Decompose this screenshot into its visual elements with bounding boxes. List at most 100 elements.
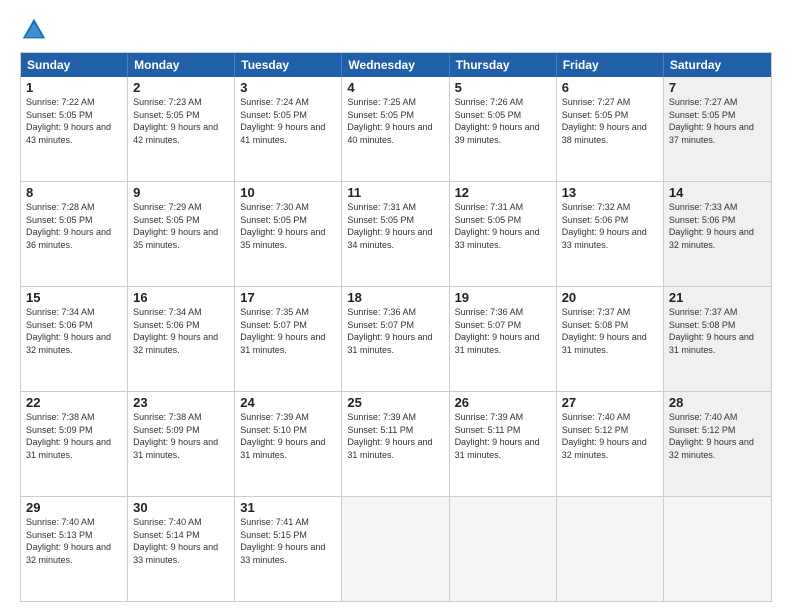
- header-day-wednesday: Wednesday: [342, 53, 449, 77]
- logo: [20, 16, 52, 44]
- calendar-cell: 15Sunrise: 7:34 AM Sunset: 5:06 PM Dayli…: [21, 287, 128, 391]
- calendar-cell: 17Sunrise: 7:35 AM Sunset: 5:07 PM Dayli…: [235, 287, 342, 391]
- cell-info: Sunrise: 7:34 AM Sunset: 5:06 PM Dayligh…: [133, 306, 229, 356]
- cell-info: Sunrise: 7:31 AM Sunset: 5:05 PM Dayligh…: [347, 201, 443, 251]
- day-number: 24: [240, 395, 336, 410]
- cell-info: Sunrise: 7:38 AM Sunset: 5:09 PM Dayligh…: [133, 411, 229, 461]
- cell-info: Sunrise: 7:38 AM Sunset: 5:09 PM Dayligh…: [26, 411, 122, 461]
- header-day-saturday: Saturday: [664, 53, 771, 77]
- cell-info: Sunrise: 7:39 AM Sunset: 5:11 PM Dayligh…: [347, 411, 443, 461]
- cell-info: Sunrise: 7:30 AM Sunset: 5:05 PM Dayligh…: [240, 201, 336, 251]
- calendar-cell: 24Sunrise: 7:39 AM Sunset: 5:10 PM Dayli…: [235, 392, 342, 496]
- cell-info: Sunrise: 7:37 AM Sunset: 5:08 PM Dayligh…: [562, 306, 658, 356]
- day-number: 22: [26, 395, 122, 410]
- calendar-cell: 25Sunrise: 7:39 AM Sunset: 5:11 PM Dayli…: [342, 392, 449, 496]
- calendar-cell: 10Sunrise: 7:30 AM Sunset: 5:05 PM Dayli…: [235, 182, 342, 286]
- calendar-cell: 6Sunrise: 7:27 AM Sunset: 5:05 PM Daylig…: [557, 77, 664, 181]
- calendar-cell: 21Sunrise: 7:37 AM Sunset: 5:08 PM Dayli…: [664, 287, 771, 391]
- day-number: 31: [240, 500, 336, 515]
- cell-info: Sunrise: 7:26 AM Sunset: 5:05 PM Dayligh…: [455, 96, 551, 146]
- calendar-cell: 28Sunrise: 7:40 AM Sunset: 5:12 PM Dayli…: [664, 392, 771, 496]
- day-number: 7: [669, 80, 766, 95]
- cell-info: Sunrise: 7:27 AM Sunset: 5:05 PM Dayligh…: [669, 96, 766, 146]
- day-number: 15: [26, 290, 122, 305]
- calendar-cell: 13Sunrise: 7:32 AM Sunset: 5:06 PM Dayli…: [557, 182, 664, 286]
- cell-info: Sunrise: 7:39 AM Sunset: 5:10 PM Dayligh…: [240, 411, 336, 461]
- day-number: 9: [133, 185, 229, 200]
- day-number: 28: [669, 395, 766, 410]
- page: SundayMondayTuesdayWednesdayThursdayFrid…: [0, 0, 792, 612]
- day-number: 16: [133, 290, 229, 305]
- calendar-body: 1Sunrise: 7:22 AM Sunset: 5:05 PM Daylig…: [21, 77, 771, 601]
- calendar-cell: [450, 497, 557, 601]
- calendar-week-5: 29Sunrise: 7:40 AM Sunset: 5:13 PM Dayli…: [21, 496, 771, 601]
- day-number: 2: [133, 80, 229, 95]
- cell-info: Sunrise: 7:31 AM Sunset: 5:05 PM Dayligh…: [455, 201, 551, 251]
- day-number: 14: [669, 185, 766, 200]
- calendar-cell: 11Sunrise: 7:31 AM Sunset: 5:05 PM Dayli…: [342, 182, 449, 286]
- calendar-cell: 23Sunrise: 7:38 AM Sunset: 5:09 PM Dayli…: [128, 392, 235, 496]
- header-day-sunday: Sunday: [21, 53, 128, 77]
- header: [20, 16, 772, 44]
- header-day-tuesday: Tuesday: [235, 53, 342, 77]
- calendar-cell: 19Sunrise: 7:36 AM Sunset: 5:07 PM Dayli…: [450, 287, 557, 391]
- calendar-cell: 27Sunrise: 7:40 AM Sunset: 5:12 PM Dayli…: [557, 392, 664, 496]
- cell-info: Sunrise: 7:35 AM Sunset: 5:07 PM Dayligh…: [240, 306, 336, 356]
- cell-info: Sunrise: 7:33 AM Sunset: 5:06 PM Dayligh…: [669, 201, 766, 251]
- day-number: 19: [455, 290, 551, 305]
- cell-info: Sunrise: 7:32 AM Sunset: 5:06 PM Dayligh…: [562, 201, 658, 251]
- calendar-week-4: 22Sunrise: 7:38 AM Sunset: 5:09 PM Dayli…: [21, 391, 771, 496]
- day-number: 12: [455, 185, 551, 200]
- calendar-cell: 8Sunrise: 7:28 AM Sunset: 5:05 PM Daylig…: [21, 182, 128, 286]
- cell-info: Sunrise: 7:41 AM Sunset: 5:15 PM Dayligh…: [240, 516, 336, 566]
- calendar-cell: [342, 497, 449, 601]
- day-number: 10: [240, 185, 336, 200]
- logo-icon: [20, 16, 48, 44]
- cell-info: Sunrise: 7:25 AM Sunset: 5:05 PM Dayligh…: [347, 96, 443, 146]
- calendar-week-2: 8Sunrise: 7:28 AM Sunset: 5:05 PM Daylig…: [21, 181, 771, 286]
- calendar-cell: 20Sunrise: 7:37 AM Sunset: 5:08 PM Dayli…: [557, 287, 664, 391]
- cell-info: Sunrise: 7:29 AM Sunset: 5:05 PM Dayligh…: [133, 201, 229, 251]
- cell-info: Sunrise: 7:36 AM Sunset: 5:07 PM Dayligh…: [455, 306, 551, 356]
- day-number: 30: [133, 500, 229, 515]
- calendar-cell: 22Sunrise: 7:38 AM Sunset: 5:09 PM Dayli…: [21, 392, 128, 496]
- day-number: 18: [347, 290, 443, 305]
- day-number: 25: [347, 395, 443, 410]
- calendar-cell: 26Sunrise: 7:39 AM Sunset: 5:11 PM Dayli…: [450, 392, 557, 496]
- cell-info: Sunrise: 7:28 AM Sunset: 5:05 PM Dayligh…: [26, 201, 122, 251]
- header-day-friday: Friday: [557, 53, 664, 77]
- cell-info: Sunrise: 7:24 AM Sunset: 5:05 PM Dayligh…: [240, 96, 336, 146]
- calendar-cell: 7Sunrise: 7:27 AM Sunset: 5:05 PM Daylig…: [664, 77, 771, 181]
- calendar-cell: 2Sunrise: 7:23 AM Sunset: 5:05 PM Daylig…: [128, 77, 235, 181]
- day-number: 27: [562, 395, 658, 410]
- day-number: 29: [26, 500, 122, 515]
- calendar-cell: 31Sunrise: 7:41 AM Sunset: 5:15 PM Dayli…: [235, 497, 342, 601]
- calendar-cell: 29Sunrise: 7:40 AM Sunset: 5:13 PM Dayli…: [21, 497, 128, 601]
- calendar-cell: 14Sunrise: 7:33 AM Sunset: 5:06 PM Dayli…: [664, 182, 771, 286]
- cell-info: Sunrise: 7:37 AM Sunset: 5:08 PM Dayligh…: [669, 306, 766, 356]
- day-number: 8: [26, 185, 122, 200]
- calendar-cell: 16Sunrise: 7:34 AM Sunset: 5:06 PM Dayli…: [128, 287, 235, 391]
- calendar-week-1: 1Sunrise: 7:22 AM Sunset: 5:05 PM Daylig…: [21, 77, 771, 181]
- header-day-thursday: Thursday: [450, 53, 557, 77]
- cell-info: Sunrise: 7:39 AM Sunset: 5:11 PM Dayligh…: [455, 411, 551, 461]
- cell-info: Sunrise: 7:23 AM Sunset: 5:05 PM Dayligh…: [133, 96, 229, 146]
- cell-info: Sunrise: 7:40 AM Sunset: 5:13 PM Dayligh…: [26, 516, 122, 566]
- day-number: 5: [455, 80, 551, 95]
- calendar-cell: 1Sunrise: 7:22 AM Sunset: 5:05 PM Daylig…: [21, 77, 128, 181]
- cell-info: Sunrise: 7:40 AM Sunset: 5:12 PM Dayligh…: [562, 411, 658, 461]
- cell-info: Sunrise: 7:40 AM Sunset: 5:14 PM Dayligh…: [133, 516, 229, 566]
- calendar-cell: 18Sunrise: 7:36 AM Sunset: 5:07 PM Dayli…: [342, 287, 449, 391]
- cell-info: Sunrise: 7:40 AM Sunset: 5:12 PM Dayligh…: [669, 411, 766, 461]
- day-number: 6: [562, 80, 658, 95]
- cell-info: Sunrise: 7:34 AM Sunset: 5:06 PM Dayligh…: [26, 306, 122, 356]
- day-number: 3: [240, 80, 336, 95]
- day-number: 17: [240, 290, 336, 305]
- calendar-cell: 5Sunrise: 7:26 AM Sunset: 5:05 PM Daylig…: [450, 77, 557, 181]
- calendar-cell: 30Sunrise: 7:40 AM Sunset: 5:14 PM Dayli…: [128, 497, 235, 601]
- header-day-monday: Monday: [128, 53, 235, 77]
- day-number: 23: [133, 395, 229, 410]
- calendar-cell: 4Sunrise: 7:25 AM Sunset: 5:05 PM Daylig…: [342, 77, 449, 181]
- calendar-cell: [664, 497, 771, 601]
- calendar-header: SundayMondayTuesdayWednesdayThursdayFrid…: [21, 53, 771, 77]
